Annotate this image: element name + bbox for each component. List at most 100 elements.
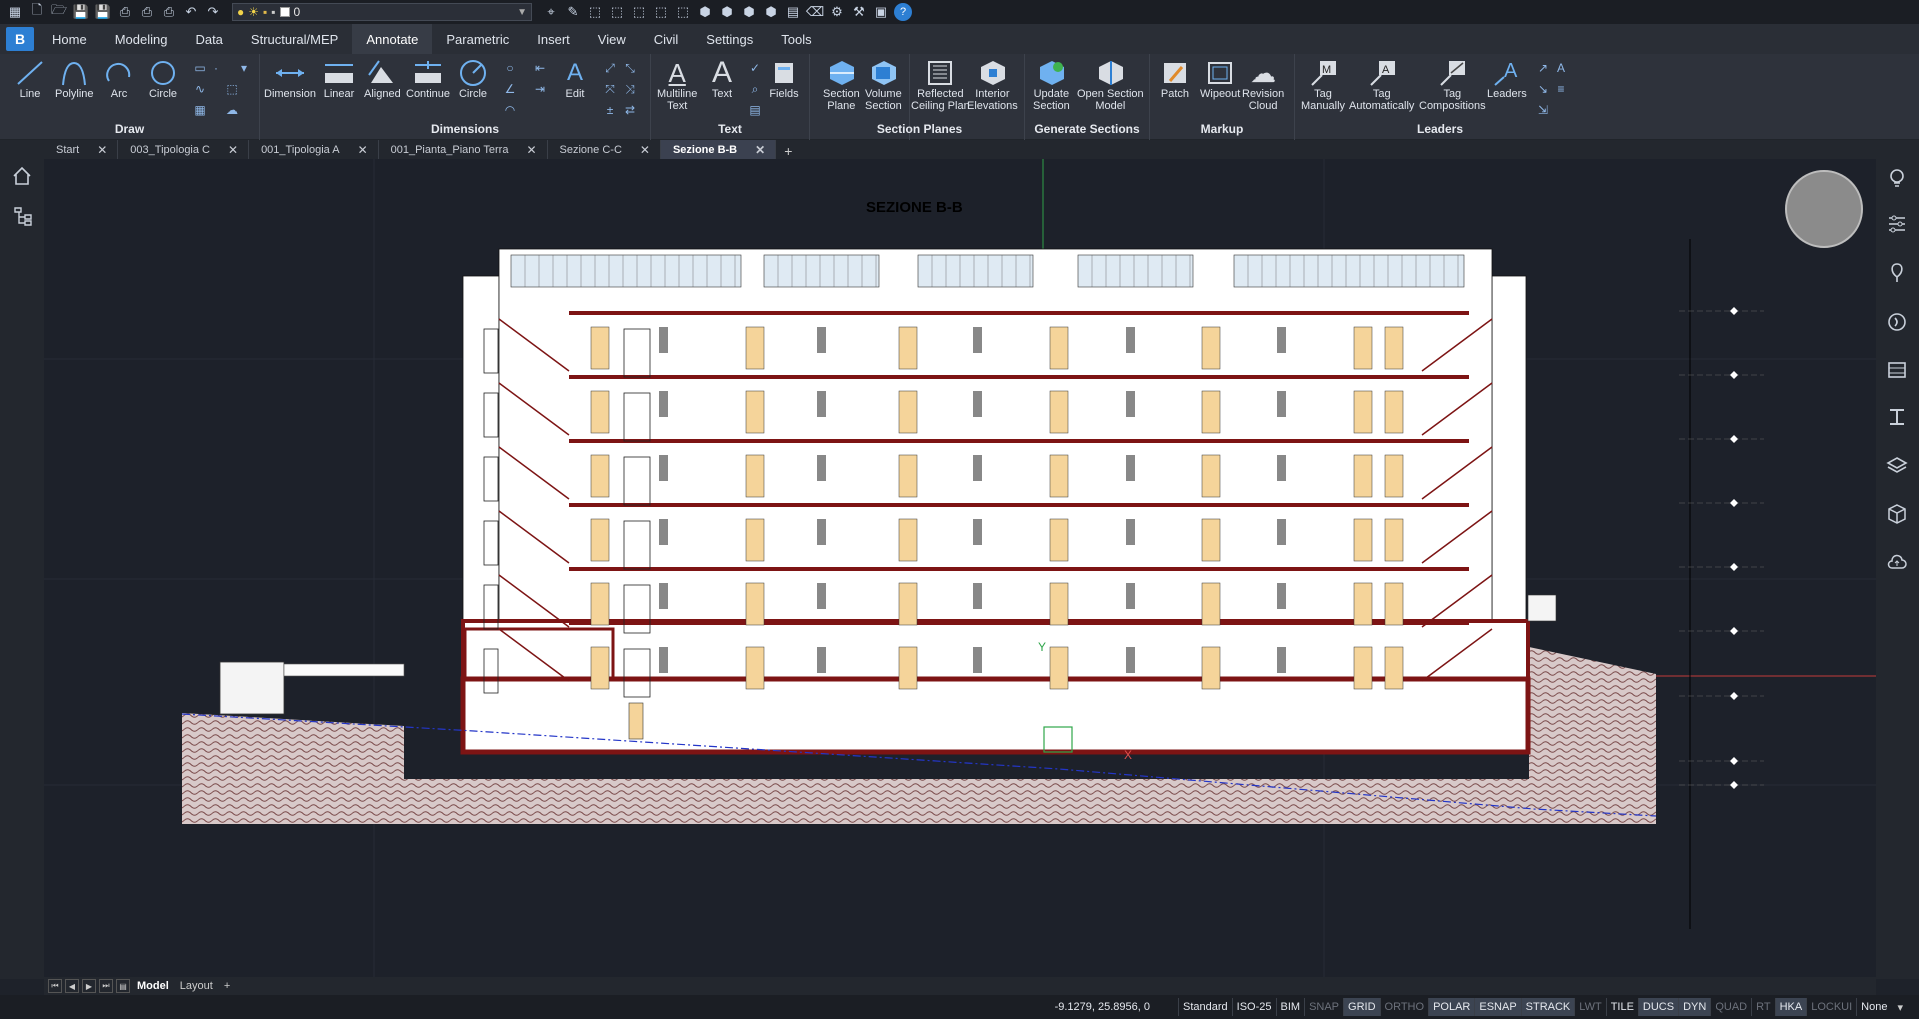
open-folder-icon[interactable]: 🗁	[50, 2, 68, 21]
text-tool[interactable]: A Text	[705, 56, 739, 100]
brush-icon[interactable]: ✎	[564, 3, 582, 21]
tag-manually-tool[interactable]: M Tag Manually	[1301, 58, 1345, 112]
plot-icon[interactable]: ▪	[271, 5, 275, 19]
text-style-icon[interactable]: ▤	[747, 102, 763, 118]
dim-space-icon[interactable]: ⤡	[622, 60, 638, 76]
remove-leader-icon[interactable]: ↘	[1535, 81, 1551, 97]
continue-tool[interactable]: Continue	[406, 58, 450, 100]
dim-jog-icon[interactable]: ⤧	[602, 81, 618, 97]
add-leader-icon[interactable]: ↗	[1535, 60, 1551, 76]
line-tool[interactable]: Line	[13, 58, 47, 100]
cube-render-icon[interactable]: ⬢	[762, 3, 780, 21]
menu-tools[interactable]: Tools	[767, 24, 825, 54]
menu-parametric[interactable]: Parametric	[432, 24, 523, 54]
add-layout-button[interactable]: +	[220, 980, 234, 992]
cloud-upload-icon[interactable]	[1884, 549, 1910, 575]
menu-structural-mep[interactable]: Structural/MEP	[237, 24, 352, 54]
interior-elevations-tool[interactable]: Interior Elevations	[967, 58, 1018, 112]
chevron-down-icon[interactable]: ▾	[236, 60, 252, 76]
export-pdf-icon[interactable]: ⎙	[116, 3, 134, 21]
tab-model[interactable]: Model	[133, 980, 173, 992]
status-toggle-polar[interactable]: POLAR	[1428, 998, 1475, 1016]
open-section-model-tool[interactable]: Open Section Model	[1077, 58, 1144, 112]
app-icon[interactable]: ▦	[6, 3, 24, 21]
sound-wave-icon[interactable]	[1884, 309, 1910, 335]
arc-tool[interactable]: Arc	[102, 58, 136, 100]
close-icon[interactable]: ✕	[755, 143, 765, 157]
region-icon[interactable]: ⬚	[224, 81, 240, 97]
tools-icon[interactable]: ⚒	[850, 3, 868, 21]
section-plane-tool[interactable]: Section Plane	[823, 58, 860, 112]
aligned-tool[interactable]: Aligned	[364, 58, 401, 100]
status-toggle-lwt[interactable]: LWT	[1574, 998, 1605, 1016]
circle-dimension-tool[interactable]: Circle	[456, 58, 490, 100]
status-toggle-standard[interactable]: Standard	[1177, 998, 1232, 1016]
next-layout-icon[interactable]: ▶	[82, 979, 96, 993]
angular-icon[interactable]: ∠	[502, 81, 518, 97]
menu-home[interactable]: Home	[38, 24, 101, 54]
revcloud-icon[interactable]: ☁	[224, 102, 240, 118]
3d-cube-icon[interactable]	[1884, 501, 1910, 527]
arc-length-icon[interactable]: ◠	[502, 102, 518, 118]
layer-dropdown[interactable]: ● ☀ ▪ ▪ 0 ▼	[232, 3, 532, 21]
circle-tool[interactable]: Circle	[146, 58, 180, 100]
balloon-icon[interactable]	[1884, 260, 1910, 286]
status-toggle-quad[interactable]: QUAD	[1710, 998, 1751, 1016]
revision-cloud-tool[interactable]: ☁ Revision Cloud	[1242, 58, 1284, 113]
help-icon[interactable]: ?	[894, 3, 912, 21]
plus-minus-icon[interactable]: ±	[602, 102, 618, 118]
menu-annotate[interactable]: Annotate	[352, 24, 433, 54]
i-beam-icon[interactable]	[1884, 404, 1910, 430]
dimension-tool[interactable]: Dimension	[264, 58, 316, 100]
cube-blue-icon[interactable]: ⬢	[718, 3, 736, 21]
status-toggle-dyn[interactable]: DYN	[1678, 998, 1711, 1016]
rectangle-icon[interactable]: ▭	[192, 60, 208, 76]
find-replace-icon[interactable]: ⌕	[747, 81, 763, 97]
match-properties-icon[interactable]: ⌖	[542, 3, 560, 21]
tab-sezione-c-c[interactable]: Sezione C-C ✕	[548, 140, 661, 159]
properties-sliders-icon[interactable]	[1884, 211, 1910, 237]
menu-data[interactable]: Data	[181, 24, 236, 54]
home-icon[interactable]	[9, 163, 35, 189]
status-toggle-lockui[interactable]: LOCKUI	[1806, 998, 1856, 1016]
structure-tree-icon[interactable]	[9, 203, 35, 229]
leaders-tool[interactable]: A Leaders	[1487, 58, 1527, 100]
redo-icon[interactable]: ↷	[204, 3, 222, 21]
status-toggle-bim[interactable]: BIM	[1275, 998, 1305, 1016]
print-preview-icon[interactable]: ⎙	[138, 3, 156, 21]
undo-icon[interactable]: ↶	[182, 3, 200, 21]
new-file-icon[interactable]: 🗋	[28, 2, 46, 21]
select-filter-icon[interactable]: ⬚	[652, 3, 670, 21]
tab-001-pianta-piano-terra[interactable]: 001_Pianta_Piano Terra ✕	[379, 140, 548, 159]
menu-view[interactable]: View	[584, 24, 640, 54]
status-toggle-none[interactable]: None	[1856, 998, 1891, 1016]
cube-icon[interactable]: ⬢	[696, 3, 714, 21]
collect-leaders-icon[interactable]: ⇲	[1535, 102, 1551, 118]
select-similar-icon[interactable]: ⬚	[630, 3, 648, 21]
polyline-tool[interactable]: Polyline	[55, 58, 94, 100]
hatch-icon[interactable]: ▦	[192, 102, 208, 118]
dim-break-icon[interactable]: ⤢	[602, 60, 618, 76]
patch-tool[interactable]: Patch	[1158, 58, 1192, 100]
multiline-text-tool[interactable]: A Multiline Text	[657, 58, 697, 113]
new-tab-button[interactable]: +	[776, 143, 800, 159]
wipeout-tool[interactable]: Wipeout	[1200, 58, 1240, 100]
select-icon[interactable]: ⬚	[586, 3, 604, 21]
cube-view-icon[interactable]: ⬢	[740, 3, 758, 21]
spell-check-icon[interactable]: ✓	[747, 60, 763, 76]
drawing-canvas[interactable]: SEZIONE B-B Y X	[44, 159, 1876, 977]
select-window-icon[interactable]: ⬚	[608, 3, 626, 21]
eraser-icon[interactable]: ⌫	[806, 3, 824, 21]
save-icon[interactable]: 💾	[72, 3, 90, 21]
navigation-wheel[interactable]	[1785, 170, 1863, 248]
settings-gear-icon[interactable]: ⚙	[828, 3, 846, 21]
lightbulb-icon[interactable]: ●	[237, 5, 244, 19]
layers-icon[interactable]	[1884, 453, 1910, 479]
reflected-ceiling-plan-tool[interactable]: Reflected Ceiling Plan	[911, 58, 970, 112]
status-toggle-grid[interactable]: GRID	[1343, 998, 1380, 1016]
status-toggle-hka[interactable]: HKA	[1774, 998, 1807, 1016]
close-icon[interactable]: ✕	[97, 143, 107, 157]
close-icon[interactable]: ✕	[358, 143, 368, 157]
baseline-icon[interactable]: ⇤	[532, 60, 548, 76]
tag-compositions-tool[interactable]: Tag Compositions	[1419, 58, 1486, 112]
